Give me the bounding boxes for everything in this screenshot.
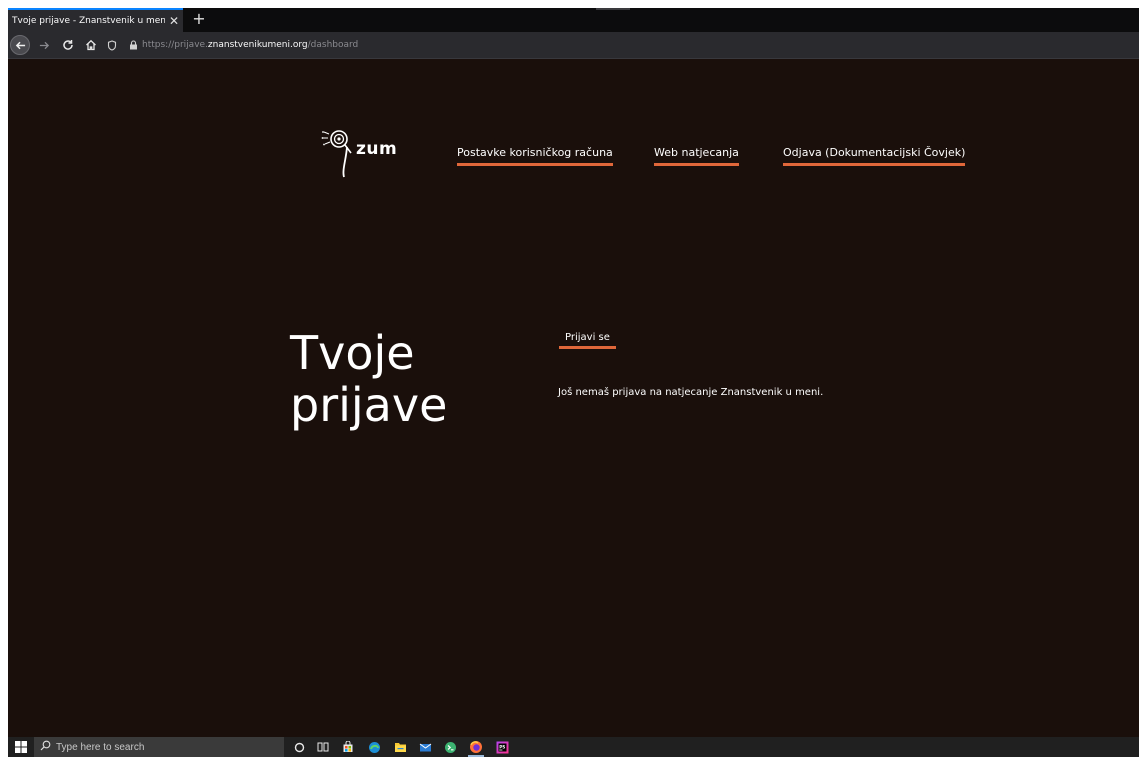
lock-icon <box>129 40 137 50</box>
apply-link[interactable]: Prijavi se <box>559 332 616 349</box>
page-title-line2: prijave <box>290 378 448 432</box>
tab-strip-indicator <box>596 8 630 10</box>
terminal-icon[interactable] <box>442 739 458 755</box>
home-button[interactable] <box>81 35 101 55</box>
url-path: /dashboard <box>307 40 359 50</box>
reload-icon <box>63 40 73 50</box>
windows-taskbar: Type here to search PS <box>8 737 1139 757</box>
logo-text[interactable]: zum <box>356 139 397 159</box>
empty-applications-message: Još nemaš prijava na natjecanje Znanstve… <box>558 387 824 398</box>
task-view-icon[interactable] <box>315 739 331 755</box>
browser-window: Tvoje prijave - Znanstvenik u meni ✕ + h… <box>8 8 1139 757</box>
back-button[interactable] <box>10 35 30 55</box>
page-title-line1: Tvoje <box>290 326 415 380</box>
url-host: znanstvenikumeni.org <box>207 40 308 50</box>
taskbar-search-box[interactable]: Type here to search <box>34 737 284 757</box>
url-bar[interactable]: https://prijave.znanstvenikumeni.org/das… <box>142 36 1132 54</box>
close-tab-icon[interactable]: ✕ <box>165 14 183 28</box>
home-icon <box>86 39 96 51</box>
page-content: zum Postavke korisničkog računa Web natj… <box>8 59 1139 737</box>
firefox-icon[interactable] <box>468 739 484 755</box>
url-prefix: https://prijave. <box>142 40 208 50</box>
file-explorer-icon[interactable] <box>392 739 408 755</box>
arrow-left-icon <box>15 41 25 49</box>
store-icon[interactable] <box>340 739 356 755</box>
navigation-bar: https://prijave.znanstvenikumeni.org/das… <box>8 32 1139 59</box>
edge-icon[interactable] <box>366 739 382 755</box>
cortana-icon[interactable] <box>291 739 307 755</box>
page-title: Tvoje prijave <box>290 327 510 431</box>
site-security-icon[interactable] <box>125 35 141 55</box>
nav-web-competitions-link[interactable]: Web natjecanja <box>654 146 739 166</box>
screen: Tvoje prijave - Znanstvenik u meni ✕ + h… <box>0 0 1147 757</box>
phpstorm-label: PS <box>499 744 505 749</box>
forward-button[interactable] <box>34 35 54 55</box>
arrow-right-icon <box>39 41 49 49</box>
phpstorm-icon[interactable]: PS <box>494 739 510 755</box>
search-icon <box>34 740 56 754</box>
tab-title: Tvoje prijave - Znanstvenik u meni <box>12 16 165 26</box>
tracking-protection-icon[interactable] <box>104 35 120 55</box>
windows-start-icon[interactable] <box>14 740 28 754</box>
mail-icon[interactable] <box>417 739 433 755</box>
reload-button[interactable] <box>58 35 78 55</box>
nav-account-settings-link[interactable]: Postavke korisničkog računa <box>457 146 613 166</box>
nav-logout-link[interactable]: Odjava (Dokumentacijski Čovjek) <box>783 146 966 166</box>
shield-icon <box>107 39 117 51</box>
tab-strip: Tvoje prijave - Znanstvenik u meni ✕ + <box>8 8 1139 32</box>
taskbar-search-placeholder: Type here to search <box>56 741 145 753</box>
new-tab-button[interactable]: + <box>188 8 210 32</box>
tab-active[interactable]: Tvoje prijave - Znanstvenik u meni ✕ <box>8 8 183 32</box>
